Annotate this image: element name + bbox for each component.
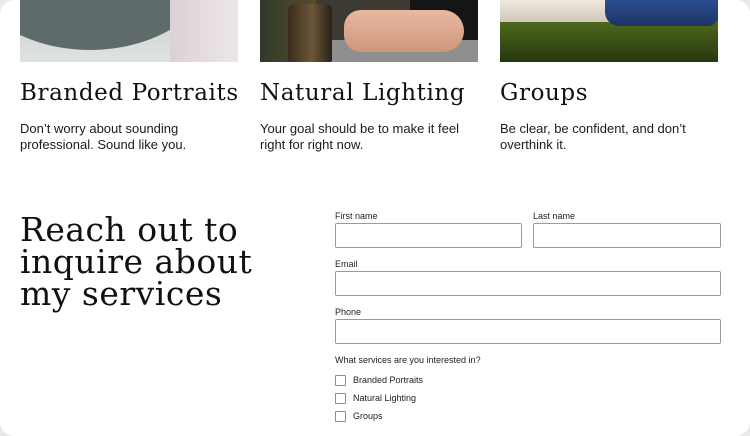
service-option-label: Natural Lighting <box>353 393 417 403</box>
portrait-photo <box>20 0 238 62</box>
service-option-label: Groups <box>353 411 383 421</box>
page: Branded Portraits Natural Lighting Group… <box>0 0 750 436</box>
service-title-groups: Groups <box>500 80 589 106</box>
natural-light-photo <box>260 0 478 62</box>
email-field[interactable] <box>335 271 721 296</box>
service-option-natural-lighting[interactable]: Natural Lighting <box>335 392 416 404</box>
phone-label: Phone <box>335 307 362 317</box>
last-name-label: Last name <box>533 211 576 221</box>
service-description-branded-portraits: Don’t worry about sounding professional.… <box>20 121 187 152</box>
checkbox[interactable] <box>335 374 346 386</box>
service-option-label: Branded Portraits <box>353 375 424 385</box>
service-option-groups[interactable]: Groups <box>335 410 383 422</box>
service-description-groups: Be clear, be confident, and don’t overth… <box>500 121 686 152</box>
services-question: What services are you interested in? <box>335 355 481 365</box>
group-photo <box>500 0 718 62</box>
checkbox[interactable] <box>335 392 346 404</box>
last-name-field[interactable] <box>533 223 721 248</box>
phone-field[interactable] <box>335 319 721 344</box>
service-title-branded-portraits: Branded Portraits <box>20 80 239 106</box>
checkbox[interactable] <box>335 410 346 422</box>
first-name-field[interactable] <box>335 223 522 248</box>
contact-heading: Reach out to inquire about my services <box>20 210 253 313</box>
first-name-label: First name <box>335 211 378 221</box>
service-option-branded-portraits[interactable]: Branded Portraits <box>335 374 423 386</box>
email-label: Email <box>335 259 358 269</box>
service-description-natural-lighting: Your goal should be to make it feel righ… <box>260 121 459 152</box>
service-title-natural-lighting: Natural Lighting <box>260 80 466 106</box>
